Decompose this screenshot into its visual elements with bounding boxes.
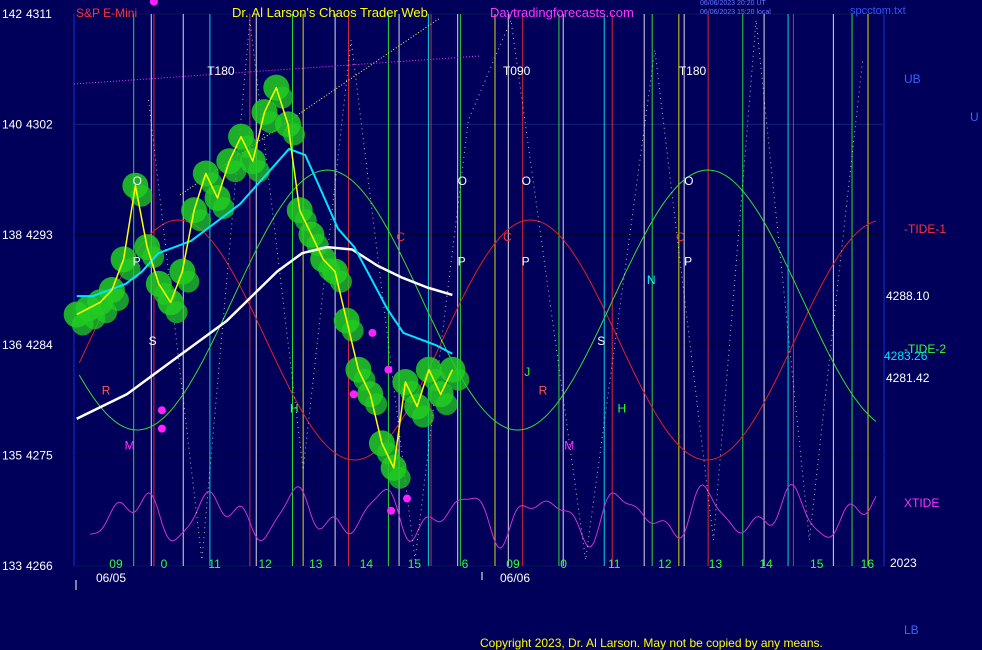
- x-tick-label: 14: [759, 557, 773, 571]
- xtide-curve: [89, 483, 877, 549]
- turn-dot: [149, 0, 158, 6]
- tide-marker: O: [522, 174, 531, 188]
- y-tick-left: 142: [2, 7, 22, 21]
- bubble: [165, 301, 188, 324]
- tide-marker: O: [684, 174, 693, 188]
- x-tick-label: 09: [506, 557, 520, 571]
- cycle-marker: T090: [503, 64, 531, 78]
- symbol-label: S&P E-Mini: [76, 6, 138, 20]
- x-tick-label: 11: [608, 557, 621, 571]
- timestamp-local: 06/06/2023 15:20 local: [700, 9, 771, 16]
- price-label-c: 4281.42: [886, 371, 930, 385]
- y-tick-left: 140: [2, 117, 22, 131]
- lb-label: LB: [904, 623, 919, 637]
- bubble: [435, 393, 458, 416]
- tide-marker: S: [149, 334, 157, 348]
- tide-marker: O: [133, 174, 142, 188]
- y-tick-left: 136: [2, 338, 22, 352]
- copyright-notice: Copyright 2023, Dr. Al Larson. May not b…: [480, 636, 823, 650]
- y-tick-left: 138: [2, 228, 22, 242]
- y-tick-price: 4302: [26, 117, 53, 131]
- x-tick-label: 13: [309, 557, 323, 571]
- turn-dot: [349, 390, 358, 399]
- bubble: [247, 160, 270, 183]
- x-tick-label: 12: [259, 557, 273, 571]
- tide-marker: P: [684, 254, 692, 268]
- tide-marker: H: [618, 402, 627, 416]
- tide-marker: M: [125, 438, 135, 452]
- turn-dot: [384, 365, 393, 374]
- year-label: 2023: [890, 556, 917, 570]
- y-tick-left: 135: [2, 449, 22, 463]
- y-tick-price: 4266: [26, 559, 53, 573]
- tide-marker: C: [396, 230, 405, 244]
- x-tick-label: 09: [109, 557, 123, 571]
- y-tick-price: 4293: [26, 228, 53, 242]
- chart-canvas: 142 4311140 4302138 4293136 4284135 4275133 42…: [2, 0, 885, 590]
- tide-marker: M: [564, 438, 574, 452]
- x-tick-label: 12: [658, 557, 672, 571]
- bubble: [282, 123, 305, 146]
- turn-dot: [403, 494, 412, 503]
- x-tick-label: 0: [560, 557, 567, 571]
- tide-marker: R: [102, 383, 111, 397]
- tide-marker: P: [133, 254, 141, 268]
- plot-frame: [73, 13, 885, 567]
- x-tick-label: 15: [810, 557, 824, 571]
- turn-dot: [387, 506, 396, 515]
- turn-dot: [368, 328, 377, 337]
- y-tick-price: 4311: [26, 7, 52, 21]
- bubble: [365, 393, 388, 416]
- ub-label: UB: [904, 72, 921, 86]
- tide-marker: P: [458, 254, 466, 268]
- price-label-b: 4283.26: [884, 349, 928, 363]
- date-label: 06/05: [96, 571, 126, 585]
- cycle-marker: T180: [679, 64, 707, 78]
- x-tick-label: 13: [709, 557, 723, 571]
- bubble: [388, 466, 411, 489]
- zigzag-forecast: [148, 18, 864, 561]
- bubble: [341, 319, 364, 342]
- tide-marker: S: [597, 334, 605, 348]
- x-tick-label: 14: [360, 557, 374, 571]
- tide-marker: N: [647, 273, 656, 287]
- bubble: [329, 270, 352, 293]
- file-label: spcctom.txt: [850, 5, 906, 17]
- x-tick-label: 0: [161, 557, 168, 571]
- y-tick-price: 4275: [26, 449, 53, 463]
- timestamp-ut: 06/06/2023 20:20 UT: [700, 0, 766, 7]
- tide-marker: P: [522, 254, 530, 268]
- x-tick-label: 11: [208, 557, 221, 571]
- chart-window: 142 4311 140 4302 138 4293 136 4284 135 4275 133 42…: [0, 0, 982, 650]
- chart-title: Dr. Al Larson's Chaos Trader Web: [232, 5, 428, 20]
- date-label: 06/06: [500, 571, 530, 585]
- tide-marker: H: [290, 402, 299, 416]
- tide-marker: R: [539, 383, 548, 397]
- tide-marker: C: [676, 230, 685, 244]
- turn-dot: [157, 406, 166, 415]
- cycle-marker: T180: [207, 64, 235, 78]
- tide-marker: C: [503, 230, 512, 244]
- tide-marker: O: [458, 174, 467, 188]
- x-tick-label: 6: [462, 557, 469, 571]
- xtide-label: XTIDE: [904, 496, 940, 510]
- x-tick-label: 16: [861, 557, 875, 571]
- y-tick-price: 4284: [26, 338, 53, 352]
- tide-marker: J: [524, 365, 530, 379]
- u-label: U: [970, 110, 979, 124]
- price-label-a: 4288.10: [886, 289, 930, 303]
- y-tick-left: 133: [2, 559, 22, 573]
- turn-dot: [157, 424, 166, 433]
- x-tick-label: 15: [408, 557, 422, 571]
- tide1-label: -TIDE-1: [904, 222, 946, 236]
- bubble: [412, 405, 435, 428]
- site-link[interactable]: Daytradingforecasts.com: [490, 6, 634, 20]
